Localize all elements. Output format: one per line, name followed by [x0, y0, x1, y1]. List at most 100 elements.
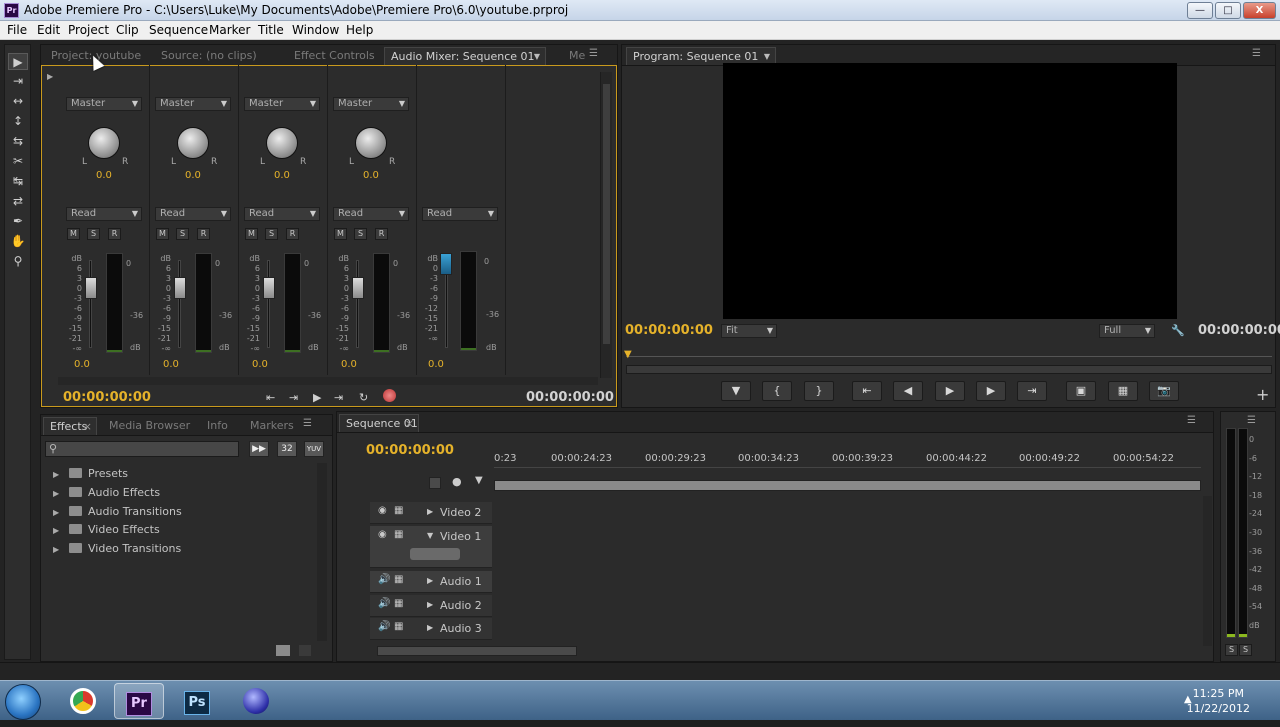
- go-to-in-icon[interactable]: ⇤: [266, 391, 275, 404]
- automation-dropdown[interactable]: Read ▼: [422, 207, 498, 221]
- go-to-out-point-icon[interactable]: ⇥: [1017, 381, 1047, 401]
- menu-clip[interactable]: Clip: [116, 23, 139, 37]
- tab-effect-controls[interactable]: Effect Controls: [288, 47, 381, 65]
- expand-effects-icon[interactable]: ▶: [47, 72, 53, 81]
- selection-tool-icon[interactable]: ▶: [8, 53, 28, 70]
- mark-out-icon[interactable]: }: [804, 381, 834, 401]
- expand-arrow-icon[interactable]: ▶: [427, 576, 433, 585]
- go-to-out-icon[interactable]: ⇥: [289, 391, 298, 404]
- folder-audio-transitions[interactable]: ▶ Audio Transitions: [53, 505, 182, 518]
- lock-icon[interactable]: ▦: [394, 574, 403, 585]
- record-icon[interactable]: [383, 389, 396, 402]
- timeline-timecode[interactable]: 00:00:00:00: [366, 443, 454, 458]
- solo-button[interactable]: S: [265, 228, 278, 240]
- time-ruler[interactable]: [626, 351, 1272, 357]
- ripple-edit-tool-icon[interactable]: ↔: [8, 93, 28, 110]
- solo-button[interactable]: S: [354, 228, 367, 240]
- volume-fader[interactable]: [85, 277, 97, 299]
- delete-icon[interactable]: [299, 645, 311, 656]
- pan-knob[interactable]: [266, 127, 298, 159]
- menu-sequence[interactable]: Sequence: [149, 23, 208, 37]
- add-marker-icon[interactable]: ▼: [721, 381, 751, 401]
- 32bit-effects-button[interactable]: 32: [277, 441, 297, 457]
- folder-audio-effects[interactable]: ▶ Audio Effects: [53, 486, 160, 499]
- playhead-icon[interactable]: ▼: [624, 349, 632, 360]
- automation-dropdown[interactable]: Read ▼: [66, 207, 142, 221]
- rolling-edit-tool-icon[interactable]: ↕: [8, 113, 28, 130]
- expand-arrow-icon[interactable]: ▶: [53, 508, 63, 517]
- pan-knob[interactable]: [177, 127, 209, 159]
- mute-button[interactable]: M: [245, 228, 258, 240]
- close-tab-icon[interactable]: ×: [83, 418, 92, 436]
- master-fader-value[interactable]: 0.0: [428, 359, 444, 370]
- tab-metadata[interactable]: Me: [563, 47, 591, 65]
- panel-menu-icon[interactable]: ☰: [589, 48, 598, 59]
- mute-button[interactable]: M: [334, 228, 347, 240]
- tab-media-browser[interactable]: Media Browser: [103, 417, 196, 435]
- panel-menu-icon[interactable]: ☰: [303, 418, 312, 429]
- track-select-tool-icon[interactable]: ⇥: [8, 73, 28, 90]
- accelerated-effects-icon[interactable]: ▶▶: [249, 441, 269, 457]
- expand-arrow-icon[interactable]: ▶: [53, 489, 63, 498]
- mixer-vertical-scrollbar[interactable]: [600, 72, 612, 378]
- speaker-icon[interactable]: 🔊: [378, 621, 390, 632]
- mixer-horizontal-scrollbar[interactable]: [58, 377, 598, 385]
- expand-arrow-icon[interactable]: ▶: [53, 470, 63, 479]
- work-area-bar[interactable]: [494, 480, 1201, 491]
- fader-value[interactable]: 0.0: [341, 359, 357, 370]
- zoom-tool-icon[interactable]: ⚲: [8, 253, 28, 270]
- start-button[interactable]: [5, 684, 41, 720]
- step-back-icon[interactable]: ◀: [893, 381, 923, 401]
- set-marker-icon[interactable]: ●: [452, 475, 462, 488]
- pan-knob[interactable]: [355, 127, 387, 159]
- tab-effects[interactable]: Effects ×: [43, 417, 97, 435]
- record-button[interactable]: R: [108, 228, 121, 240]
- fader-value[interactable]: 0.0: [74, 359, 90, 370]
- record-button[interactable]: R: [375, 228, 388, 240]
- track-audio-1[interactable]: 🔊 ▦ ▶ Audio 1: [370, 571, 492, 593]
- solo-right-button[interactable]: S: [1239, 644, 1252, 656]
- lock-icon[interactable]: ▦: [394, 621, 403, 632]
- eye-icon[interactable]: ◉: [378, 505, 387, 516]
- lock-icon[interactable]: ▦: [394, 529, 403, 540]
- speaker-icon[interactable]: 🔊: [378, 598, 390, 609]
- menu-edit[interactable]: Edit: [37, 23, 60, 37]
- button-editor-plus-icon[interactable]: +: [1256, 385, 1269, 404]
- panel-menu-icon[interactable]: ☰: [1252, 48, 1261, 59]
- mark-in-icon[interactable]: {: [762, 381, 792, 401]
- close-tab-icon[interactable]: ×: [405, 415, 414, 433]
- hand-tool-icon[interactable]: ✋: [8, 233, 28, 250]
- folder-video-effects[interactable]: ▶ Video Effects: [53, 523, 160, 536]
- step-forward-icon[interactable]: ▶: [976, 381, 1006, 401]
- pan-value[interactable]: 0.0: [96, 170, 112, 181]
- program-video-frame[interactable]: [723, 63, 1177, 319]
- track-video-2[interactable]: ◉ ▦ ▶ Video 2: [370, 502, 492, 524]
- eye-icon[interactable]: ◉: [378, 529, 387, 540]
- timeline-horizontal-scrollbar[interactable]: [377, 646, 577, 656]
- master-volume-fader[interactable]: [440, 253, 452, 275]
- track-output-dropdown[interactable]: Master ▼: [333, 97, 409, 111]
- record-button[interactable]: R: [197, 228, 210, 240]
- fader-value[interactable]: 0.0: [163, 359, 179, 370]
- chevron-down-icon[interactable]: ▼: [534, 48, 540, 66]
- zoom-fit-dropdown[interactable]: Fit ▼: [721, 324, 777, 338]
- pen-tool-icon[interactable]: ✒: [8, 213, 28, 230]
- mixer-timecode-current[interactable]: 00:00:00:00: [63, 390, 151, 405]
- pan-value[interactable]: 0.0: [363, 170, 379, 181]
- tab-sequence-01[interactable]: Sequence 01 ×: [339, 414, 419, 432]
- taskbar-globe-app[interactable]: [231, 683, 281, 719]
- loop-icon[interactable]: ↻: [359, 391, 368, 404]
- razor-tool-icon[interactable]: ✂: [8, 153, 28, 170]
- lift-icon[interactable]: ▣: [1066, 381, 1096, 401]
- minimize-button[interactable]: —: [1187, 2, 1213, 19]
- zoom-scrollbar[interactable]: [626, 365, 1272, 374]
- track-output-dropdown[interactable]: Master ▼: [66, 97, 142, 111]
- slide-tool-icon[interactable]: ⇄: [8, 193, 28, 210]
- expand-arrow-icon[interactable]: ▶: [53, 545, 63, 554]
- record-button[interactable]: R: [286, 228, 299, 240]
- program-timecode-current[interactable]: 00:00:00:00: [625, 323, 713, 338]
- track-output-dropdown[interactable]: Master ▼: [155, 97, 231, 111]
- track-video-1[interactable]: ◉ ▦ ▼ Video 1: [370, 526, 492, 568]
- menu-window[interactable]: Window: [292, 23, 339, 37]
- play-stop-icon[interactable]: ▶: [935, 381, 965, 401]
